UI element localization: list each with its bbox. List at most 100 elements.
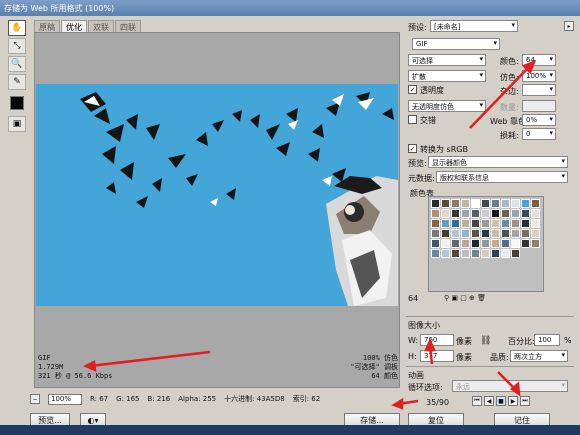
color-swatch[interactable] [461, 239, 470, 248]
color-swatch[interactable] [501, 219, 510, 228]
color-swatch[interactable] [461, 209, 470, 218]
color-swatch[interactable] [441, 219, 450, 228]
color-swatch[interactable] [471, 239, 480, 248]
panel-menu-icon[interactable]: ▸ [564, 21, 574, 31]
color-swatch[interactable] [491, 209, 500, 218]
color-swatch[interactable] [501, 229, 510, 238]
color-swatch[interactable] [481, 249, 490, 258]
color-swatch[interactable] [441, 249, 450, 258]
eyedropper-color-swatch[interactable] [10, 96, 24, 110]
color-swatch[interactable] [471, 199, 480, 208]
color-swatch[interactable] [501, 199, 510, 208]
color-swatch[interactable] [451, 229, 460, 238]
color-swatch[interactable] [521, 199, 530, 208]
color-swatch[interactable] [441, 209, 450, 218]
color-swatch[interactable] [471, 229, 480, 238]
hand-tool-icon[interactable]: ✋ [8, 20, 26, 36]
percent-field[interactable]: 100 [534, 334, 560, 346]
color-swatch[interactable] [431, 199, 440, 208]
color-table-tools-icon[interactable]: ⚲ ▣ ▢ ⊕ 🗑 [444, 294, 486, 302]
metadata-select[interactable]: 版权和联系信息 [436, 171, 568, 183]
colors-field[interactable]: 64 [522, 54, 556, 66]
color-swatch[interactable] [531, 209, 540, 218]
color-swatch[interactable] [431, 239, 440, 248]
color-swatch[interactable] [471, 209, 480, 218]
color-swatch[interactable] [451, 199, 460, 208]
color-swatch[interactable] [491, 219, 500, 228]
tab-original[interactable]: 原稿 [34, 20, 60, 32]
color-swatch[interactable] [481, 219, 490, 228]
color-swatch[interactable] [501, 209, 510, 218]
preview-image[interactable] [36, 84, 398, 306]
interlace-checkbox[interactable] [408, 115, 417, 124]
color-swatch[interactable] [441, 239, 450, 248]
color-swatch[interactable] [521, 229, 530, 238]
color-swatch[interactable] [531, 219, 540, 228]
lossy-field[interactable]: 0 [522, 128, 556, 140]
color-swatch[interactable] [481, 239, 490, 248]
color-swatch[interactable] [461, 229, 470, 238]
eyedropper-tool-icon[interactable]: ✎ [8, 74, 26, 90]
stop-icon[interactable]: ■ [496, 396, 506, 406]
web-snap-field[interactable]: 0% [522, 114, 556, 126]
color-swatch[interactable] [431, 219, 440, 228]
color-swatch[interactable] [461, 219, 470, 228]
slice-select-tool-icon[interactable]: ⤡ [8, 38, 26, 54]
color-swatch[interactable] [511, 239, 520, 248]
color-swatch[interactable] [471, 249, 480, 258]
convert-srgb-checkbox[interactable]: ✓ [408, 144, 417, 153]
constrain-proportions-icon[interactable]: ⛓ [480, 336, 491, 346]
tab-2up[interactable]: 双联 [88, 20, 114, 32]
width-field[interactable]: 760 [420, 334, 454, 346]
color-swatch[interactable] [481, 209, 490, 218]
format-select[interactable]: GIF [412, 38, 500, 50]
color-swatch[interactable] [501, 249, 510, 258]
quality-select[interactable]: 两次立方 [510, 350, 568, 362]
color-swatch[interactable] [531, 229, 540, 238]
color-swatch[interactable] [431, 209, 440, 218]
zoom-level-field[interactable]: 100% [48, 393, 82, 405]
toggle-slices-icon[interactable]: ▣ [8, 116, 26, 132]
preview-select[interactable]: 显示器颜色 [428, 156, 568, 168]
color-swatch[interactable] [521, 209, 530, 218]
color-swatch[interactable] [531, 239, 540, 248]
color-swatch[interactable] [501, 239, 510, 248]
color-table[interactable] [428, 196, 544, 292]
last-frame-icon[interactable]: ⏭ [520, 396, 530, 406]
color-swatch[interactable] [431, 249, 440, 258]
first-frame-icon[interactable]: ⏮ [472, 396, 482, 406]
color-swatch[interactable] [441, 229, 450, 238]
color-swatch[interactable] [451, 209, 460, 218]
color-swatch[interactable] [471, 219, 480, 228]
height-field[interactable]: 377 [420, 350, 454, 362]
color-swatch[interactable] [461, 199, 470, 208]
color-swatch[interactable] [451, 239, 460, 248]
preset-select[interactable]: [未命名] [430, 20, 518, 32]
color-swatch[interactable] [511, 249, 520, 258]
zoom-out-icon[interactable]: − [30, 394, 40, 404]
color-swatch[interactable] [451, 249, 460, 258]
color-swatch[interactable] [511, 229, 520, 238]
transparency-checkbox[interactable]: ✓ [408, 85, 417, 94]
play-icon[interactable]: ▶ [508, 396, 518, 406]
transparency-dither-select[interactable]: 无透明度仿色 [408, 100, 486, 112]
zoom-tool-icon[interactable]: 🔍 [8, 56, 26, 72]
color-swatch[interactable] [521, 239, 530, 248]
dither-algorithm-select[interactable]: 扩散 [408, 70, 486, 82]
color-reduction-select[interactable]: 可选择 [408, 54, 486, 66]
color-swatch[interactable] [441, 199, 450, 208]
color-swatch[interactable] [461, 249, 470, 258]
color-swatch[interactable] [481, 229, 490, 238]
color-swatch[interactable] [491, 249, 500, 258]
color-swatch[interactable] [491, 229, 500, 238]
color-swatch[interactable] [431, 229, 440, 238]
prev-frame-icon[interactable]: ◀ [484, 396, 494, 406]
color-swatch[interactable] [451, 219, 460, 228]
tab-4up[interactable]: 四联 [115, 20, 141, 32]
dither-field[interactable]: 100% [522, 70, 556, 82]
loop-select[interactable]: 永远 [452, 380, 568, 392]
color-swatch[interactable] [531, 199, 540, 208]
matte-select[interactable] [522, 84, 556, 96]
tab-optimized[interactable]: 优化 [61, 20, 87, 32]
color-swatch[interactable] [511, 209, 520, 218]
